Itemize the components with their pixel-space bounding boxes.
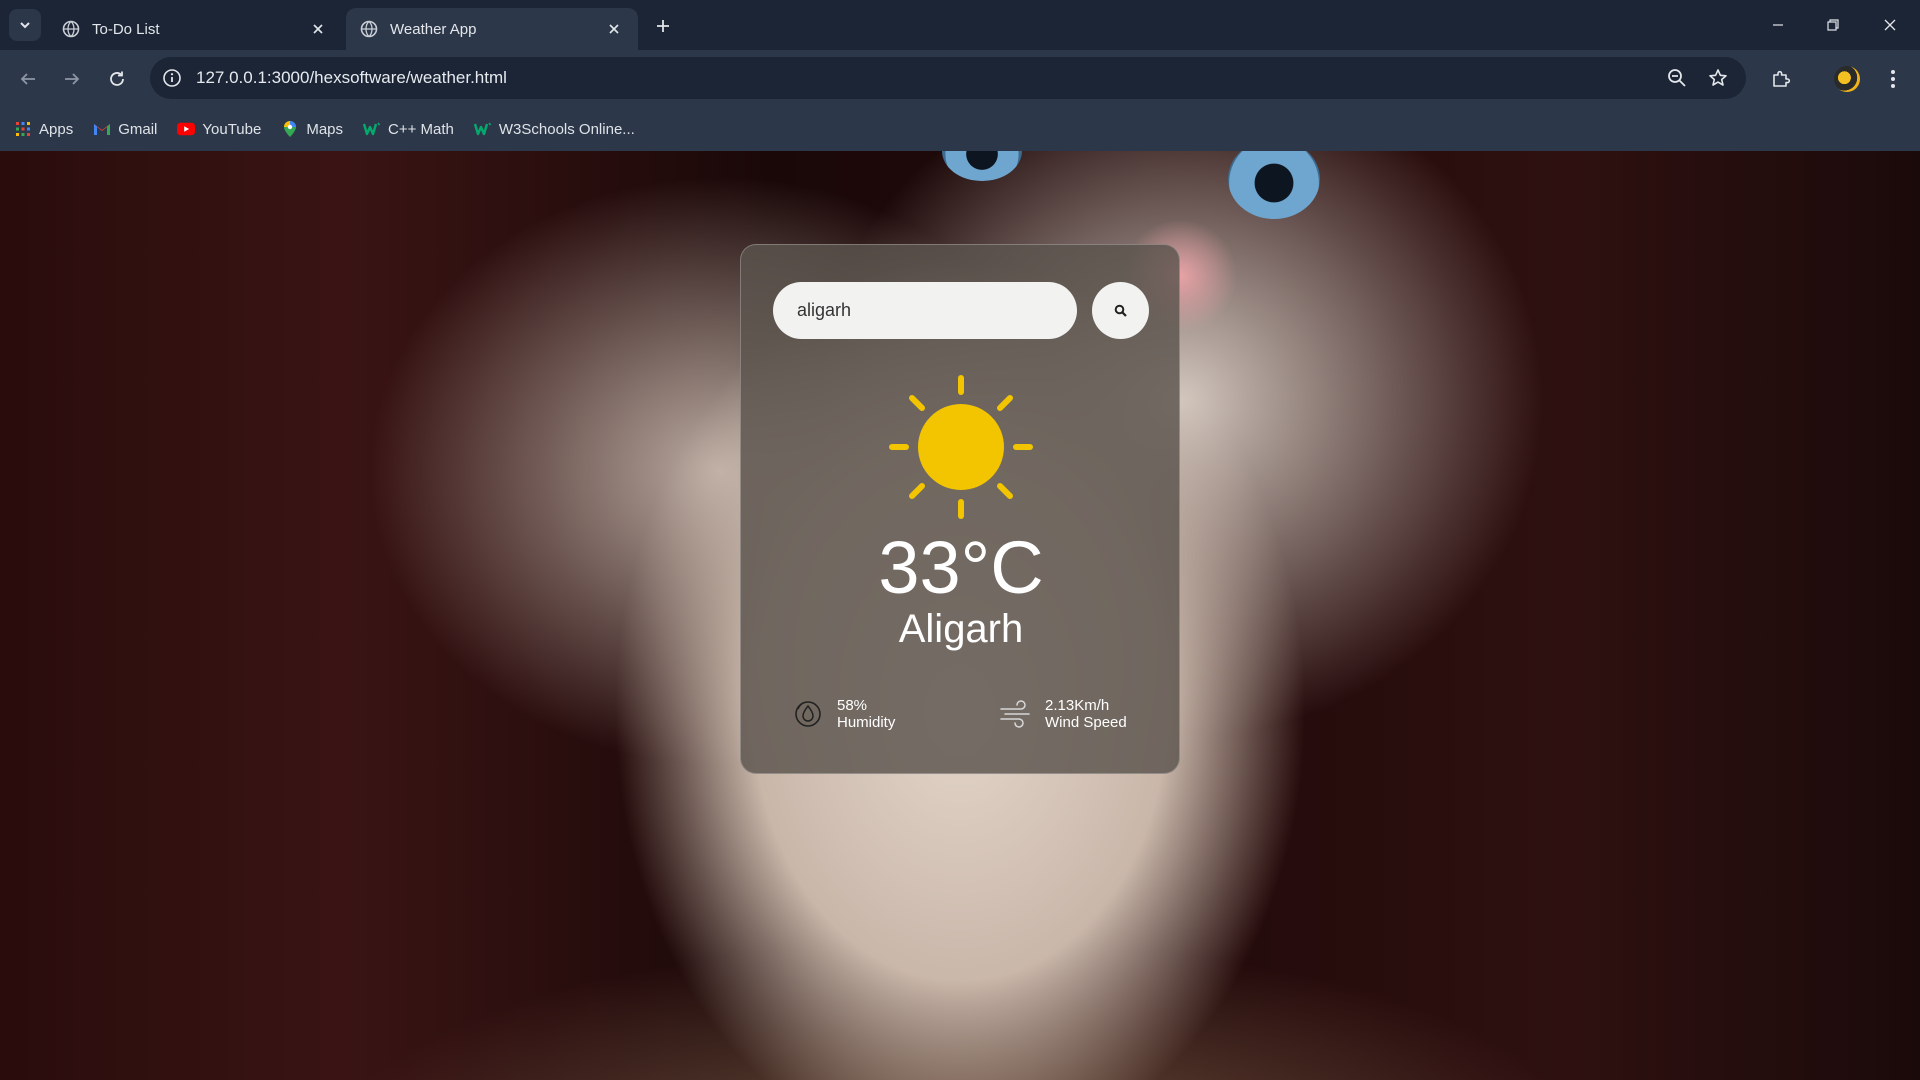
- bookmark-cpp-math[interactable]: C++ Math: [363, 115, 454, 143]
- address-bar[interactable]: 127.0.0.1:3000/hexsoftware/weather.html: [150, 57, 1746, 99]
- w3schools-icon: [363, 120, 381, 138]
- globe-icon: [62, 20, 80, 38]
- reload-button[interactable]: [102, 64, 132, 94]
- weather-card: 33°C Aligarh 58% Humidity 2.13Km/h Wind …: [740, 244, 1180, 774]
- bookmark-label: C++ Math: [388, 120, 454, 138]
- page-viewport: 33°C Aligarh 58% Humidity 2.13Km/h Wind …: [0, 151, 1920, 1080]
- tab-title: To-Do List: [92, 20, 160, 38]
- minimize-icon: [1773, 24, 1783, 26]
- bookmark-label: Apps: [39, 120, 74, 138]
- humidity-label: Humidity: [837, 714, 896, 731]
- search-button[interactable]: [1092, 282, 1149, 339]
- extensions-button[interactable]: [1766, 64, 1796, 94]
- bookmark-w3schools[interactable]: W3Schools Online...: [473, 115, 635, 143]
- puzzle-icon: [1773, 70, 1791, 87]
- bookmark-star-icon[interactable]: [1706, 66, 1730, 90]
- back-button[interactable]: [13, 64, 43, 94]
- tab-title: Weather App: [390, 20, 477, 38]
- bookmark-maps[interactable]: Maps: [281, 115, 343, 143]
- kitten-eye: [1228, 151, 1320, 219]
- bookmark-label: Maps: [306, 120, 344, 138]
- kebab-menu-icon: [1891, 70, 1895, 88]
- chevron-down-icon: [20, 22, 30, 29]
- bookmarks-bar: Apps Gmail YouTube Maps C++ Math W3Schoo…: [0, 107, 1920, 151]
- apps-grid-icon: [14, 120, 32, 138]
- bookmark-label: Gmail: [118, 120, 158, 138]
- gmail-icon: [93, 120, 111, 138]
- url-text[interactable]: 127.0.0.1:3000/hexsoftware/weather.html: [196, 68, 507, 88]
- restore-button[interactable]: [1820, 12, 1846, 38]
- maps-pin-icon: [281, 120, 299, 138]
- bookmark-label: W3Schools Online...: [498, 120, 635, 138]
- browser-toolbar: 127.0.0.1:3000/hexsoftware/weather.html: [0, 50, 1920, 107]
- bookmark-apps[interactable]: Apps: [14, 115, 73, 143]
- profile-button[interactable]: [1832, 64, 1862, 94]
- humidity-stat: 58% Humidity: [791, 697, 895, 731]
- wind-icon: [999, 697, 1033, 731]
- restore-icon: [1827, 19, 1839, 31]
- menu-button[interactable]: [1878, 64, 1908, 94]
- window-close-button[interactable]: [1877, 12, 1903, 38]
- bookmark-youtube[interactable]: YouTube: [177, 115, 261, 143]
- minimize-button[interactable]: [1765, 12, 1791, 38]
- sun-icon: [889, 375, 1033, 519]
- reload-icon: [110, 71, 124, 86]
- arrow-right-icon: [65, 73, 80, 85]
- avatar: [1834, 66, 1860, 92]
- city-name: Aligarh: [898, 607, 1024, 651]
- tab-weather-app[interactable]: Weather App: [346, 8, 638, 50]
- wind-speed-stat: 2.13Km/h Wind Speed: [999, 697, 1127, 731]
- w3schools-icon: [473, 120, 492, 138]
- tab-todo-list[interactable]: To-Do List: [48, 8, 342, 50]
- arrow-left-icon: [20, 73, 35, 85]
- site-info-icon[interactable]: [160, 66, 184, 90]
- globe-icon: [360, 20, 378, 38]
- bookmark-gmail[interactable]: Gmail: [93, 115, 157, 143]
- close-icon[interactable]: [604, 19, 624, 39]
- wind-speed-value: 2.13Km/h: [1045, 697, 1110, 714]
- tab-search-button[interactable]: [9, 9, 41, 41]
- wind-speed-label: Wind Speed: [1045, 714, 1127, 731]
- search-icon: [1114, 304, 1127, 317]
- temperature: 33°C: [878, 526, 1044, 609]
- humidity-value: 58%: [837, 697, 868, 714]
- youtube-icon: [177, 120, 196, 138]
- kitten-eye: [942, 151, 1022, 181]
- humidity-icon: [791, 697, 825, 731]
- zoom-icon[interactable]: [1665, 66, 1689, 90]
- plus-icon: [657, 20, 669, 32]
- close-icon: [1884, 19, 1896, 31]
- bookmark-label: YouTube: [202, 120, 262, 138]
- tab-strip: To-Do List Weather App: [0, 0, 1920, 50]
- forward-button[interactable]: [57, 64, 87, 94]
- city-search-input[interactable]: [773, 282, 1077, 339]
- new-tab-button[interactable]: [650, 13, 676, 39]
- close-icon[interactable]: [308, 19, 328, 39]
